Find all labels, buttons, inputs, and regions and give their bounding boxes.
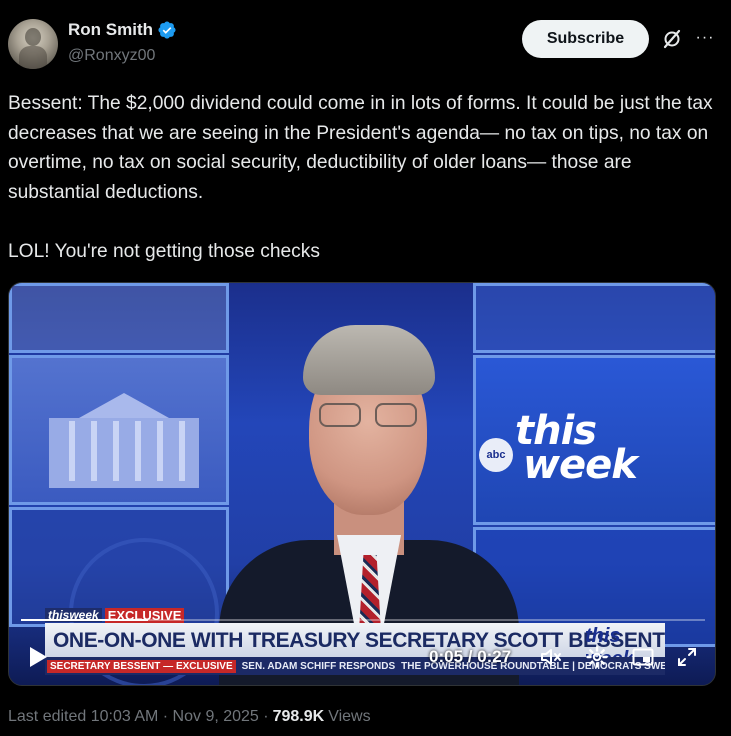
video-player[interactable]: abc this week thisweek EXCLUSIVE ONE-ON-… bbox=[8, 282, 716, 686]
ticker-red-item: SECRETARY BESSENT — EXCLUSIVE bbox=[47, 659, 236, 673]
tweet-text: Bessent: The $2,000 dividend could come … bbox=[8, 93, 713, 262]
volume-muted-icon[interactable] bbox=[539, 645, 563, 669]
video-progress-fill bbox=[21, 619, 148, 621]
news-ticker: SECRETARY BESSENT — EXCLUSIVE SEN. ADAM … bbox=[45, 657, 665, 675]
settings-gear-icon[interactable] bbox=[585, 645, 609, 669]
white-house-graphic bbox=[39, 393, 209, 493]
author-name-row: Ron Smith bbox=[68, 20, 177, 40]
avatar[interactable] bbox=[8, 19, 58, 69]
ticker-item: SEN. ADAM SCHIFF RESPONDS bbox=[241, 660, 396, 672]
author-handle[interactable]: @Ronxyz00 bbox=[68, 47, 155, 65]
author-name[interactable]: Ron Smith bbox=[68, 20, 153, 40]
subscribe-button[interactable]: Subscribe bbox=[522, 20, 649, 58]
grok-icon[interactable] bbox=[660, 26, 684, 52]
play-icon[interactable] bbox=[27, 645, 49, 669]
video-progress-bar[interactable] bbox=[21, 619, 705, 621]
edited-timestamp[interactable]: Last edited 10:03 AM · Nov 9, 2025 · bbox=[8, 708, 269, 726]
views-label: Views bbox=[328, 708, 371, 725]
views-count: 798.9K bbox=[272, 708, 325, 725]
picture-in-picture-icon[interactable] bbox=[631, 645, 655, 669]
verified-badge-icon[interactable] bbox=[157, 20, 177, 40]
video-time: 0:05 / 0:27 bbox=[429, 647, 512, 666]
chyron-headline: ONE-ON-ONE WITH TREASURY SECRETARY SCOTT… bbox=[53, 629, 665, 652]
more-dots-icon[interactable]: ··· bbox=[692, 25, 718, 51]
fullscreen-icon[interactable] bbox=[675, 645, 699, 669]
tweet-header: Ron Smith @Ronxyz00 Subscribe ··· bbox=[8, 17, 723, 73]
chyron-headline-bar: ONE-ON-ONE WITH TREASURY SECRETARY SCOTT… bbox=[45, 623, 665, 657]
video-frame: abc this week thisweek EXCLUSIVE ONE-ON-… bbox=[9, 283, 715, 685]
tweet-meta: Last edited 10:03 AM · Nov 9, 2025 · 798… bbox=[8, 708, 371, 726]
